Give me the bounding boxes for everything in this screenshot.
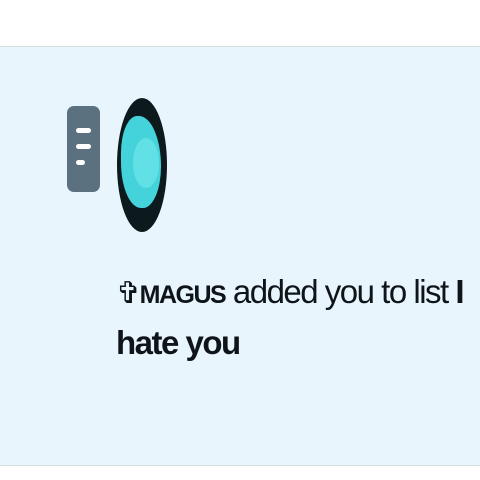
notification-message: ✞MAGUS added you to list I hate you xyxy=(116,268,471,367)
user-symbol: ✞ xyxy=(116,277,141,310)
notifications-view: ✞MAGUS added you to list I hate you xyxy=(0,0,480,480)
action-text: added you to list xyxy=(225,273,456,310)
list-icon xyxy=(67,106,100,192)
user-name-link[interactable]: MAGUS xyxy=(140,281,227,309)
user-avatar[interactable] xyxy=(117,98,167,232)
previous-notification[interactable] xyxy=(0,0,480,47)
